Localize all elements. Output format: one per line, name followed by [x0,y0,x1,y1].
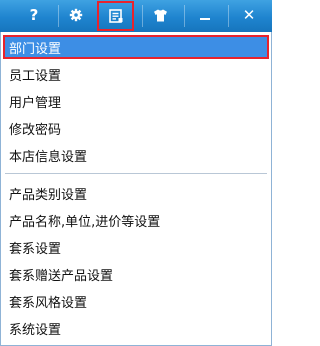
settings-button[interactable] [62,0,90,30]
menu-item-package-settings[interactable]: 套系设置 [3,235,269,259]
menu-item-package-style-settings[interactable]: 套系风格设置 [3,289,269,313]
title-bar: ? ✕ [0,0,272,32]
settings-list-icon [108,9,122,23]
menu-item-label: 产品名称,单位,进价等设置 [9,214,161,230]
menu-item-label: 部门设置 [9,41,62,57]
menu-item-label: 本店信息设置 [9,149,88,165]
menu-settings-button[interactable] [97,1,134,31]
close-button[interactable]: ✕ [232,0,266,30]
menu-item-label: 系统设置 [9,322,62,338]
close-icon: ✕ [242,6,256,24]
menu-separator [5,173,267,174]
settings-dropdown-menu: 部门设置 员工设置 用户管理 修改密码 本店信息设置 产品类别设置 产品名称,单… [0,32,272,346]
skin-button[interactable] [146,0,174,30]
menu-item-label: 套系设置 [9,241,62,257]
menu-item-change-password[interactable]: 修改密码 [3,116,269,140]
menu-item-product-name-unit-price-settings[interactable]: 产品名称,单位,进价等设置 [3,208,269,232]
menu-item-label: 员工设置 [9,68,62,84]
menu-item-employee-settings[interactable]: 员工设置 [3,62,269,86]
menu-item-label: 产品类别设置 [9,187,88,203]
help-icon: ? [29,6,39,24]
menu-item-system-settings[interactable]: 系统设置 [3,316,269,340]
menu-item-label: 套系风格设置 [9,295,88,311]
menu-item-label: 套系赠送产品设置 [9,268,114,284]
menu-item-department-settings[interactable]: 部门设置 [3,35,269,59]
menu-item-label: 修改密码 [9,122,62,138]
menu-item-store-info-settings[interactable]: 本店信息设置 [3,143,269,167]
help-button[interactable]: ? [20,0,48,30]
menu-item-package-gift-product-settings[interactable]: 套系赠送产品设置 [3,262,269,286]
menu-item-label: 用户管理 [9,95,62,111]
shirt-icon [153,9,167,21]
minimize-button[interactable] [188,0,222,30]
menu-item-user-management[interactable]: 用户管理 [3,89,269,113]
gear-icon [69,8,83,22]
minimize-icon [200,18,210,20]
menu-item-product-category-settings[interactable]: 产品类别设置 [3,181,269,205]
